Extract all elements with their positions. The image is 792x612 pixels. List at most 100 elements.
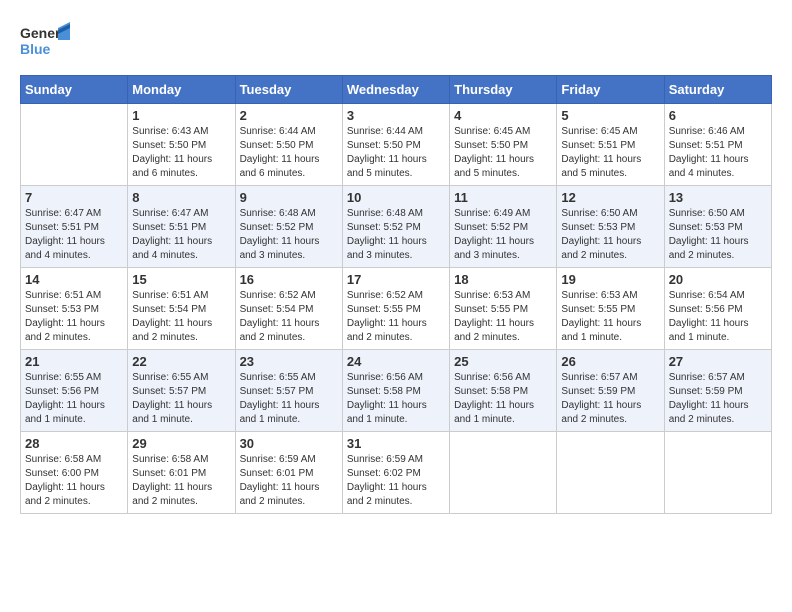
- day-info: Sunrise: 6:58 AM Sunset: 6:00 PM Dayligh…: [25, 453, 123, 509]
- calendar-cell: 28 Sunrise: 6:58 AM Sunset: 6:00 PM Dayli…: [21, 432, 128, 514]
- calendar-cell: 4Sunrise: 6:45 AM Sunset: 5:50 PM Daylig…: [450, 104, 557, 186]
- calendar-cell: 26 Sunrise: 6:57 AM Sunset: 5:59 PM Dayli…: [557, 350, 664, 432]
- day-info: Sunrise: 6:50 AM Sunset: 5:53 PM Dayligh…: [669, 207, 767, 263]
- calendar-cell: 12 Sunrise: 6:50 AM Sunset: 5:53 PM Dayli…: [557, 186, 664, 268]
- day-info: Sunrise: 6:50 AM Sunset: 5:53 PM Dayligh…: [561, 207, 659, 263]
- day-number: 11: [454, 190, 552, 205]
- day-info: Sunrise: 6:59 AM Sunset: 6:01 PM Dayligh…: [240, 453, 338, 509]
- day-info: Sunrise: 6:57 AM Sunset: 5:59 PM Dayligh…: [669, 371, 767, 427]
- day-info: Sunrise: 6:48 AM Sunset: 5:52 PM Dayligh…: [347, 207, 445, 263]
- column-header-tuesday: Tuesday: [235, 76, 342, 104]
- day-number: 9: [240, 190, 338, 205]
- calendar-cell: 30 Sunrise: 6:59 AM Sunset: 6:01 PM Dayli…: [235, 432, 342, 514]
- calendar-cell: 14 Sunrise: 6:51 AM Sunset: 5:53 PM Dayli…: [21, 268, 128, 350]
- day-info: Sunrise: 6:55 AM Sunset: 5:57 PM Dayligh…: [240, 371, 338, 427]
- calendar-cell: 17Sunrise: 6:52 AM Sunset: 5:55 PM Dayli…: [342, 268, 449, 350]
- calendar-cell: 10 Sunrise: 6:48 AM Sunset: 5:52 PM Dayli…: [342, 186, 449, 268]
- day-number: 22: [132, 354, 230, 369]
- day-number: 7: [25, 190, 123, 205]
- day-info: Sunrise: 6:47 AM Sunset: 5:51 PM Dayligh…: [25, 207, 123, 263]
- day-number: 23: [240, 354, 338, 369]
- day-info: Sunrise: 6:44 AM Sunset: 5:50 PM Dayligh…: [347, 125, 445, 181]
- calendar-cell: [664, 432, 771, 514]
- page-header: General Blue: [20, 20, 772, 65]
- calendar-cell: 9 Sunrise: 6:48 AM Sunset: 5:52 PM Daylig…: [235, 186, 342, 268]
- day-number: 3: [347, 108, 445, 123]
- day-info: Sunrise: 6:59 AM Sunset: 6:02 PM Dayligh…: [347, 453, 445, 509]
- svg-text:Blue: Blue: [20, 41, 51, 57]
- day-info: Sunrise: 6:48 AM Sunset: 5:52 PM Dayligh…: [240, 207, 338, 263]
- day-number: 26: [561, 354, 659, 369]
- day-number: 30: [240, 436, 338, 451]
- day-info: Sunrise: 6:47 AM Sunset: 5:51 PM Dayligh…: [132, 207, 230, 263]
- day-number: 13: [669, 190, 767, 205]
- day-number: 21: [25, 354, 123, 369]
- calendar-cell: 5 Sunrise: 6:45 AM Sunset: 5:51 PM Daylig…: [557, 104, 664, 186]
- calendar-cell: 24Sunrise: 6:56 AM Sunset: 5:58 PM Dayli…: [342, 350, 449, 432]
- day-number: 14: [25, 272, 123, 287]
- calendar-cell: [450, 432, 557, 514]
- day-info: Sunrise: 6:43 AM Sunset: 5:50 PM Dayligh…: [132, 125, 230, 181]
- calendar-header-row: SundayMondayTuesdayWednesdayThursdayFrid…: [21, 76, 772, 104]
- calendar-week-3: 14 Sunrise: 6:51 AM Sunset: 5:53 PM Dayli…: [21, 268, 772, 350]
- column-header-thursday: Thursday: [450, 76, 557, 104]
- calendar-week-2: 7 Sunrise: 6:47 AM Sunset: 5:51 PM Daylig…: [21, 186, 772, 268]
- calendar-cell: 25 Sunrise: 6:56 AM Sunset: 5:58 PM Dayli…: [450, 350, 557, 432]
- day-number: 28: [25, 436, 123, 451]
- day-number: 12: [561, 190, 659, 205]
- calendar-cell: [21, 104, 128, 186]
- day-number: 6: [669, 108, 767, 123]
- day-info: Sunrise: 6:49 AM Sunset: 5:52 PM Dayligh…: [454, 207, 552, 263]
- day-number: 27: [669, 354, 767, 369]
- day-number: 10: [347, 190, 445, 205]
- day-number: 5: [561, 108, 659, 123]
- day-number: 19: [561, 272, 659, 287]
- day-number: 1: [132, 108, 230, 123]
- column-header-sunday: Sunday: [21, 76, 128, 104]
- day-info: Sunrise: 6:45 AM Sunset: 5:51 PM Dayligh…: [561, 125, 659, 181]
- day-number: 25: [454, 354, 552, 369]
- calendar-cell: 3 Sunrise: 6:44 AM Sunset: 5:50 PM Daylig…: [342, 104, 449, 186]
- column-header-friday: Friday: [557, 76, 664, 104]
- day-info: Sunrise: 6:58 AM Sunset: 6:01 PM Dayligh…: [132, 453, 230, 509]
- calendar-cell: [557, 432, 664, 514]
- day-info: Sunrise: 6:51 AM Sunset: 5:54 PM Dayligh…: [132, 289, 230, 345]
- calendar-week-1: 1 Sunrise: 6:43 AM Sunset: 5:50 PM Daylig…: [21, 104, 772, 186]
- calendar-week-4: 21Sunrise: 6:55 AM Sunset: 5:56 PM Dayli…: [21, 350, 772, 432]
- calendar-cell: 31 Sunrise: 6:59 AM Sunset: 6:02 PM Dayli…: [342, 432, 449, 514]
- calendar-cell: 23 Sunrise: 6:55 AM Sunset: 5:57 PM Dayli…: [235, 350, 342, 432]
- calendar-cell: 11 Sunrise: 6:49 AM Sunset: 5:52 PM Dayli…: [450, 186, 557, 268]
- calendar-cell: 7 Sunrise: 6:47 AM Sunset: 5:51 PM Daylig…: [21, 186, 128, 268]
- calendar-cell: 13 Sunrise: 6:50 AM Sunset: 5:53 PM Dayli…: [664, 186, 771, 268]
- day-info: Sunrise: 6:54 AM Sunset: 5:56 PM Dayligh…: [669, 289, 767, 345]
- day-info: Sunrise: 6:56 AM Sunset: 5:58 PM Dayligh…: [454, 371, 552, 427]
- logo: General Blue: [20, 20, 70, 65]
- calendar-table: SundayMondayTuesdayWednesdayThursdayFrid…: [20, 75, 772, 514]
- calendar-week-5: 28 Sunrise: 6:58 AM Sunset: 6:00 PM Dayli…: [21, 432, 772, 514]
- day-number: 31: [347, 436, 445, 451]
- column-header-wednesday: Wednesday: [342, 76, 449, 104]
- calendar-cell: 2Sunrise: 6:44 AM Sunset: 5:50 PM Daylig…: [235, 104, 342, 186]
- day-info: Sunrise: 6:52 AM Sunset: 5:54 PM Dayligh…: [240, 289, 338, 345]
- calendar-cell: 16Sunrise: 6:52 AM Sunset: 5:54 PM Dayli…: [235, 268, 342, 350]
- calendar-cell: 27 Sunrise: 6:57 AM Sunset: 5:59 PM Dayli…: [664, 350, 771, 432]
- day-info: Sunrise: 6:51 AM Sunset: 5:53 PM Dayligh…: [25, 289, 123, 345]
- day-number: 20: [669, 272, 767, 287]
- day-number: 29: [132, 436, 230, 451]
- column-header-monday: Monday: [128, 76, 235, 104]
- column-header-saturday: Saturday: [664, 76, 771, 104]
- day-info: Sunrise: 6:57 AM Sunset: 5:59 PM Dayligh…: [561, 371, 659, 427]
- day-info: Sunrise: 6:52 AM Sunset: 5:55 PM Dayligh…: [347, 289, 445, 345]
- calendar-cell: 18 Sunrise: 6:53 AM Sunset: 5:55 PM Dayli…: [450, 268, 557, 350]
- calendar-cell: 21Sunrise: 6:55 AM Sunset: 5:56 PM Dayli…: [21, 350, 128, 432]
- day-info: Sunrise: 6:53 AM Sunset: 5:55 PM Dayligh…: [454, 289, 552, 345]
- calendar-cell: 1 Sunrise: 6:43 AM Sunset: 5:50 PM Daylig…: [128, 104, 235, 186]
- day-info: Sunrise: 6:53 AM Sunset: 5:55 PM Dayligh…: [561, 289, 659, 345]
- day-number: 8: [132, 190, 230, 205]
- calendar-cell: 22 Sunrise: 6:55 AM Sunset: 5:57 PM Dayli…: [128, 350, 235, 432]
- day-number: 24: [347, 354, 445, 369]
- day-info: Sunrise: 6:55 AM Sunset: 5:57 PM Dayligh…: [132, 371, 230, 427]
- calendar-cell: 6Sunrise: 6:46 AM Sunset: 5:51 PM Daylig…: [664, 104, 771, 186]
- day-number: 18: [454, 272, 552, 287]
- calendar-cell: 29 Sunrise: 6:58 AM Sunset: 6:01 PM Dayli…: [128, 432, 235, 514]
